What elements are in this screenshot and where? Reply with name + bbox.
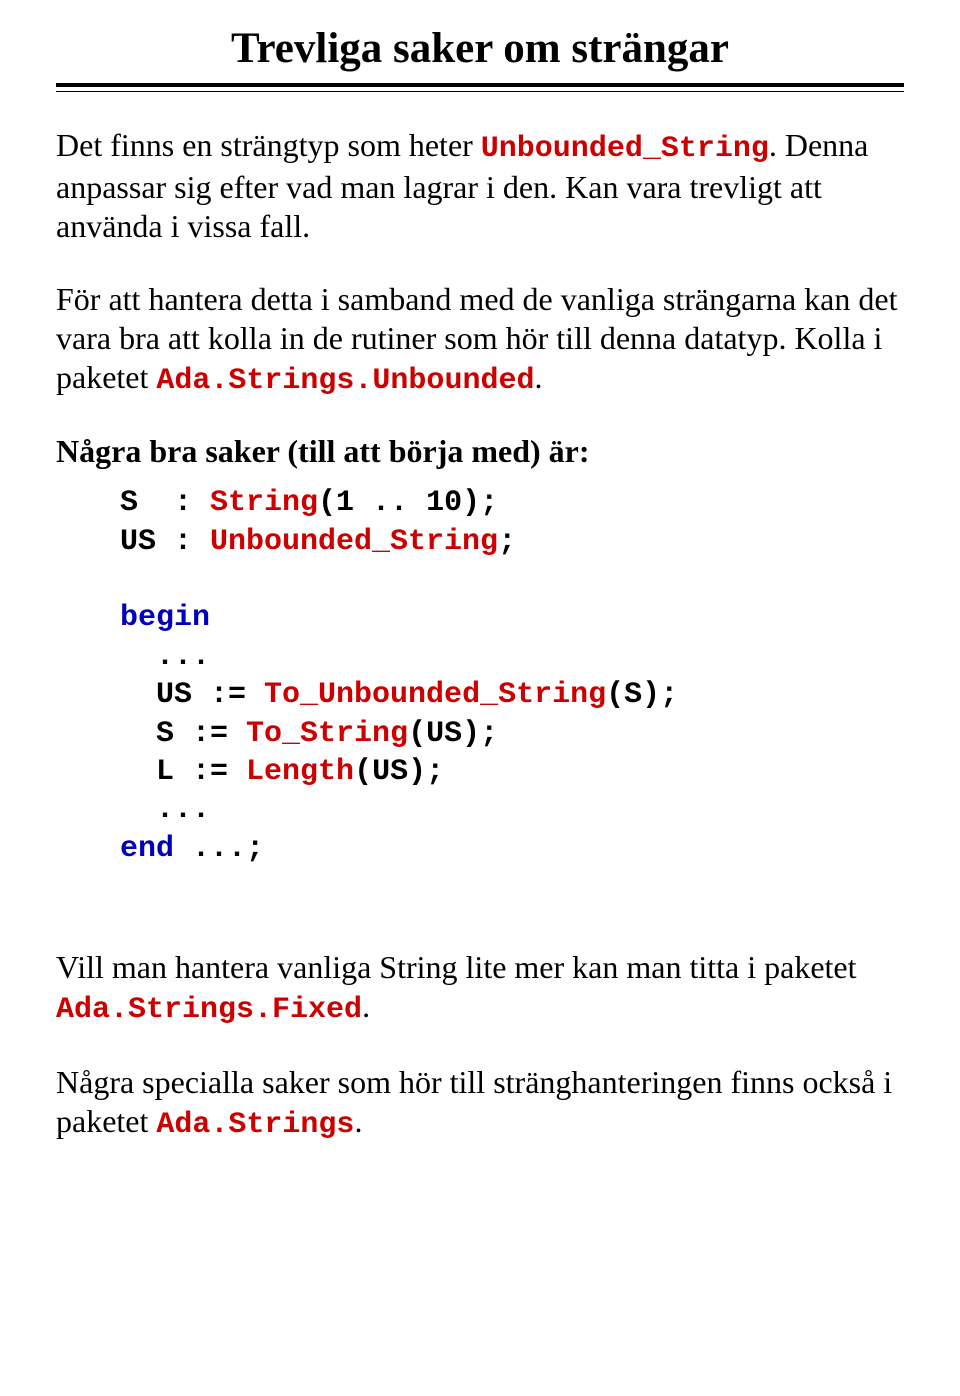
code-l3-fn: Length — [246, 755, 354, 789]
paragraph-4: Några specialla saker som hör till strän… — [56, 1063, 904, 1144]
code-unbounded-string: Unbounded_String — [481, 132, 769, 166]
document-page: Trevliga saker om strängar Det finns en … — [0, 0, 960, 1217]
code-ada-strings-fixed: Ada.Strings.Fixed — [56, 993, 362, 1027]
code-ada-strings: Ada.Strings — [156, 1108, 354, 1142]
code-dots-2: ... — [120, 793, 210, 827]
code-l1-rhs: (S); — [606, 678, 678, 712]
paragraph-2-text-post: . — [534, 359, 542, 395]
code-l3-rhs: (US); — [354, 755, 444, 789]
code-decl-s-lhs: S : — [120, 486, 210, 520]
code-l3-lhs: L := — [120, 755, 246, 789]
code-l2-lhs: S := — [120, 717, 246, 751]
paragraph-1-text-pre: Det finns en strängtyp som heter — [56, 127, 481, 163]
code-decl-us-lhs: US : — [120, 525, 210, 559]
code-l1-fn: To_Unbounded_String — [264, 678, 606, 712]
code-decl-us-semi: ; — [498, 525, 516, 559]
code-begin: begin — [120, 601, 210, 635]
code-dots-1: ... — [120, 640, 210, 674]
paragraph-3-text-pre: Vill man hantera vanliga String lite mer… — [56, 949, 857, 985]
paragraph-1: Det finns en strängtyp som heter Unbound… — [56, 126, 904, 246]
paragraph-3-text-post: . — [362, 988, 370, 1024]
code-decl-s-type: String — [210, 486, 318, 520]
paragraph-4-text-post: . — [354, 1103, 362, 1139]
code-l2-rhs: (US); — [408, 717, 498, 751]
code-end-rhs: ...; — [174, 832, 264, 866]
title-divider — [56, 83, 904, 92]
code-ada-strings-unbounded: Ada.Strings.Unbounded — [156, 364, 534, 398]
paragraph-3: Vill man hantera vanliga String lite mer… — [56, 948, 904, 1029]
code-end: end — [120, 832, 174, 866]
page-title: Trevliga saker om strängar — [56, 24, 904, 73]
code-l1-lhs: US := — [120, 678, 264, 712]
code-l2-fn: To_String — [246, 717, 408, 751]
paragraph-2: För att hantera detta i samband med de v… — [56, 280, 904, 400]
code-decl-s-rhs: (1 .. 10); — [318, 486, 498, 520]
section-heading-1: Några bra saker (till att börja med) är: — [56, 433, 904, 470]
code-block: S : String(1 .. 10); US : Unbounded_Stri… — [120, 484, 904, 868]
code-decl-us-type: Unbounded_String — [210, 525, 498, 559]
